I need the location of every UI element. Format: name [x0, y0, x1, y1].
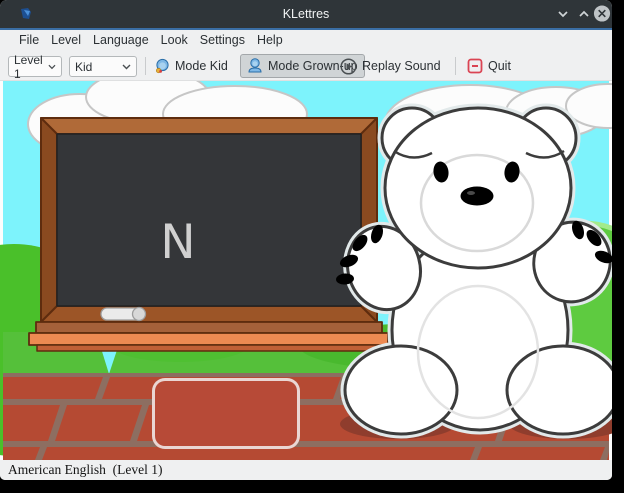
menu-file[interactable]: File [13, 30, 45, 50]
chalk [101, 308, 146, 321]
mode-kid-button[interactable]: Mode Kid [148, 54, 234, 78]
quit-button[interactable]: Quit [461, 54, 517, 78]
theme-combobox-value: Kid [75, 60, 92, 74]
chalkboard-surface [57, 134, 361, 306]
ledge-bottom [37, 345, 381, 351]
menu-settings[interactable]: Settings [194, 30, 251, 50]
mode-kid-icon [154, 58, 170, 74]
ledge-front [29, 333, 388, 345]
klettres-window: KLettres File Level Language Look Settin… [0, 0, 612, 480]
quit-icon [467, 58, 483, 74]
scene-graphic: N [0, 81, 612, 460]
blackboard [29, 118, 388, 351]
ledge-top [36, 322, 382, 333]
statusbar: American English (Level 1) [0, 460, 612, 480]
quit-label: Quit [488, 59, 511, 73]
menubar: File Level Language Look Settings Help [0, 30, 612, 50]
chevron-up-icon [578, 10, 590, 18]
menu-level[interactable]: Level [45, 30, 87, 50]
blackboard-letter: N [160, 215, 195, 270]
close-icon [593, 4, 611, 23]
maximize-button[interactable] [575, 5, 593, 23]
minimize-button[interactable] [554, 5, 572, 23]
level-combobox[interactable]: Level 1 [8, 56, 62, 77]
replay-sound-button[interactable]: Replay Sound [334, 54, 447, 78]
mode-kid-label: Mode Kid [175, 59, 228, 73]
level-combobox-value: Level 1 [14, 53, 48, 81]
mode-grownup-icon [247, 58, 263, 74]
titlebar[interactable]: KLettres [0, 0, 612, 28]
chevron-down-icon [122, 64, 131, 70]
toolbar-separator [145, 57, 146, 75]
window-title: KLettres [0, 0, 612, 28]
screenshot-canvas: KLettres File Level Language Look Settin… [0, 0, 624, 493]
toolbar: Level 1 Kid Mode Kid [0, 50, 612, 81]
menu-help[interactable]: Help [251, 30, 289, 50]
theme-combobox[interactable]: Kid [69, 56, 137, 77]
toolbar-separator [455, 57, 456, 75]
close-button[interactable] [593, 4, 611, 22]
status-language-level: American English (Level 1) [0, 462, 162, 478]
replay-sound-icon [340, 58, 357, 75]
kid-theme-scene: N [0, 81, 612, 460]
menu-language[interactable]: Language [87, 30, 155, 50]
chevron-down-icon [48, 64, 56, 70]
menu-look[interactable]: Look [155, 30, 194, 50]
letter-input-box[interactable] [152, 378, 300, 449]
chevron-down-icon [557, 10, 569, 18]
replay-sound-label: Replay Sound [362, 59, 441, 73]
